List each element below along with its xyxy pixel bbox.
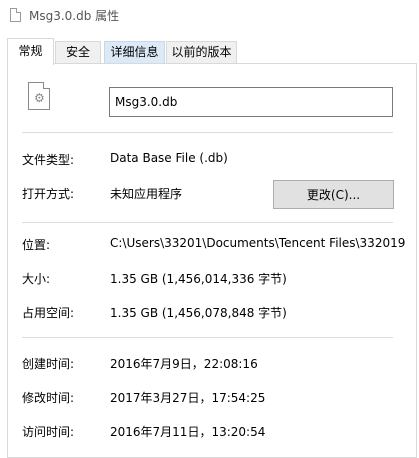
window-title: Msg3.0.db 属性 [29,9,120,23]
created-value: 2016年7月9日，22:08:16 [110,357,258,371]
size-on-disk-label: 占用空间: [22,306,75,320]
file-type-value: Data Base File (.db) [110,151,228,165]
change-button[interactable]: 更改(C)... [273,180,394,209]
location-value: C:\Users\33201\Documents\Tencent Files\3… [110,236,406,250]
modified-label: 修改时间: [22,391,75,405]
tab-general[interactable]: 常规 [7,38,54,65]
file-name-field[interactable] [109,87,393,117]
accessed-value: 2016年7月11日，13:20:54 [110,425,266,439]
size-label: 大小: [22,272,51,286]
accessed-label: 访问时间: [22,425,75,439]
size-value: 1.35 GB (1,456,014,336 字节) [110,272,287,286]
file-type-label: 文件类型: [22,153,75,167]
tab-security[interactable]: 安全 [55,41,101,63]
tab-details[interactable]: 详细信息 [104,41,165,63]
file-type-icon: ⚙ [28,82,50,110]
divider [22,337,393,338]
location-label: 位置: [22,238,51,252]
tab-previous-versions[interactable]: 以前的版本 [166,41,237,63]
divider [22,222,393,223]
tab-strip: 常规 安全 详细信息 以前的版本 [0,38,419,65]
opens-with-value: 未知应用程序 [110,187,183,201]
size-on-disk-value: 1.35 GB (1,456,078,848 字节) [110,306,287,320]
modified-value: 2017年3月27日，17:54:25 [110,391,266,405]
opens-with-label: 打开方式: [22,187,75,201]
file-icon [10,8,21,22]
created-label: 创建时间: [22,357,75,371]
divider [22,132,393,133]
gear-icon: ⚙ [34,91,45,105]
page-fold [43,82,50,89]
title-bar: Msg3.0.db 属性 [0,0,419,32]
